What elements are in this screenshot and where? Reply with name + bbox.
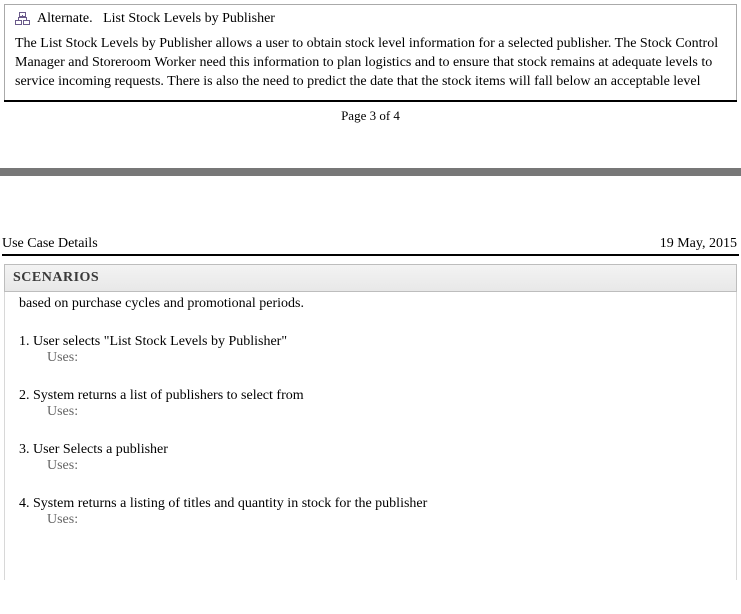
step-1: 1. User selects "List Stock Levels by Pu… <box>19 334 722 366</box>
alternate-title: List Stock Levels by Publisher <box>103 11 275 26</box>
page-indicator: Page 3 of 4 <box>0 102 741 144</box>
alternate-prefix: Alternate. <box>37 11 93 26</box>
step-line: 2. System returns a list of publishers t… <box>19 388 722 404</box>
alternate-row: Alternate. List Stock Levels by Publishe… <box>15 11 726 27</box>
header-underline <box>2 254 739 256</box>
page-header-row: Use Case Details 19 May, 2015 <box>0 236 741 254</box>
alternate-icon <box>15 12 31 26</box>
step-3: 3. User Selects a publisher Uses: <box>19 442 722 474</box>
step-line: 1. User selects "List Stock Levels by Pu… <box>19 334 722 350</box>
step-line: 3. User Selects a publisher <box>19 442 722 458</box>
continuation-text: based on purchase cycles and promotional… <box>19 296 722 312</box>
step-uses: Uses: <box>19 404 722 420</box>
step-text: System returns a list of publishers to s… <box>33 388 304 403</box>
step-text: System returns a listing of titles and q… <box>33 496 427 511</box>
previous-page-fragment: Alternate. List Stock Levels by Publishe… <box>4 4 737 100</box>
step-uses: Uses: <box>19 512 722 528</box>
scenarios-heading: SCENARIOS <box>4 264 737 292</box>
step-text: User selects "List Stock Levels by Publi… <box>33 334 287 349</box>
step-num: 2. <box>19 388 30 403</box>
alternate-label: Alternate. List Stock Levels by Publishe… <box>37 11 275 27</box>
page-break-bar <box>0 168 741 176</box>
step-num: 1. <box>19 334 30 349</box>
step-line: 4. System returns a listing of titles an… <box>19 496 722 512</box>
header-left: Use Case Details <box>2 236 98 252</box>
header-right: 19 May, 2015 <box>660 236 737 252</box>
step-4: 4. System returns a listing of titles an… <box>19 496 722 528</box>
scenarios-body: based on purchase cycles and promotional… <box>4 292 737 580</box>
step-num: 3. <box>19 442 30 457</box>
step-uses: Uses: <box>19 458 722 474</box>
step-2: 2. System returns a list of publishers t… <box>19 388 722 420</box>
step-text: User Selects a publisher <box>33 442 168 457</box>
step-num: 4. <box>19 496 30 511</box>
step-uses: Uses: <box>19 350 722 366</box>
alternate-description: The List Stock Levels by Publisher allow… <box>15 35 726 92</box>
